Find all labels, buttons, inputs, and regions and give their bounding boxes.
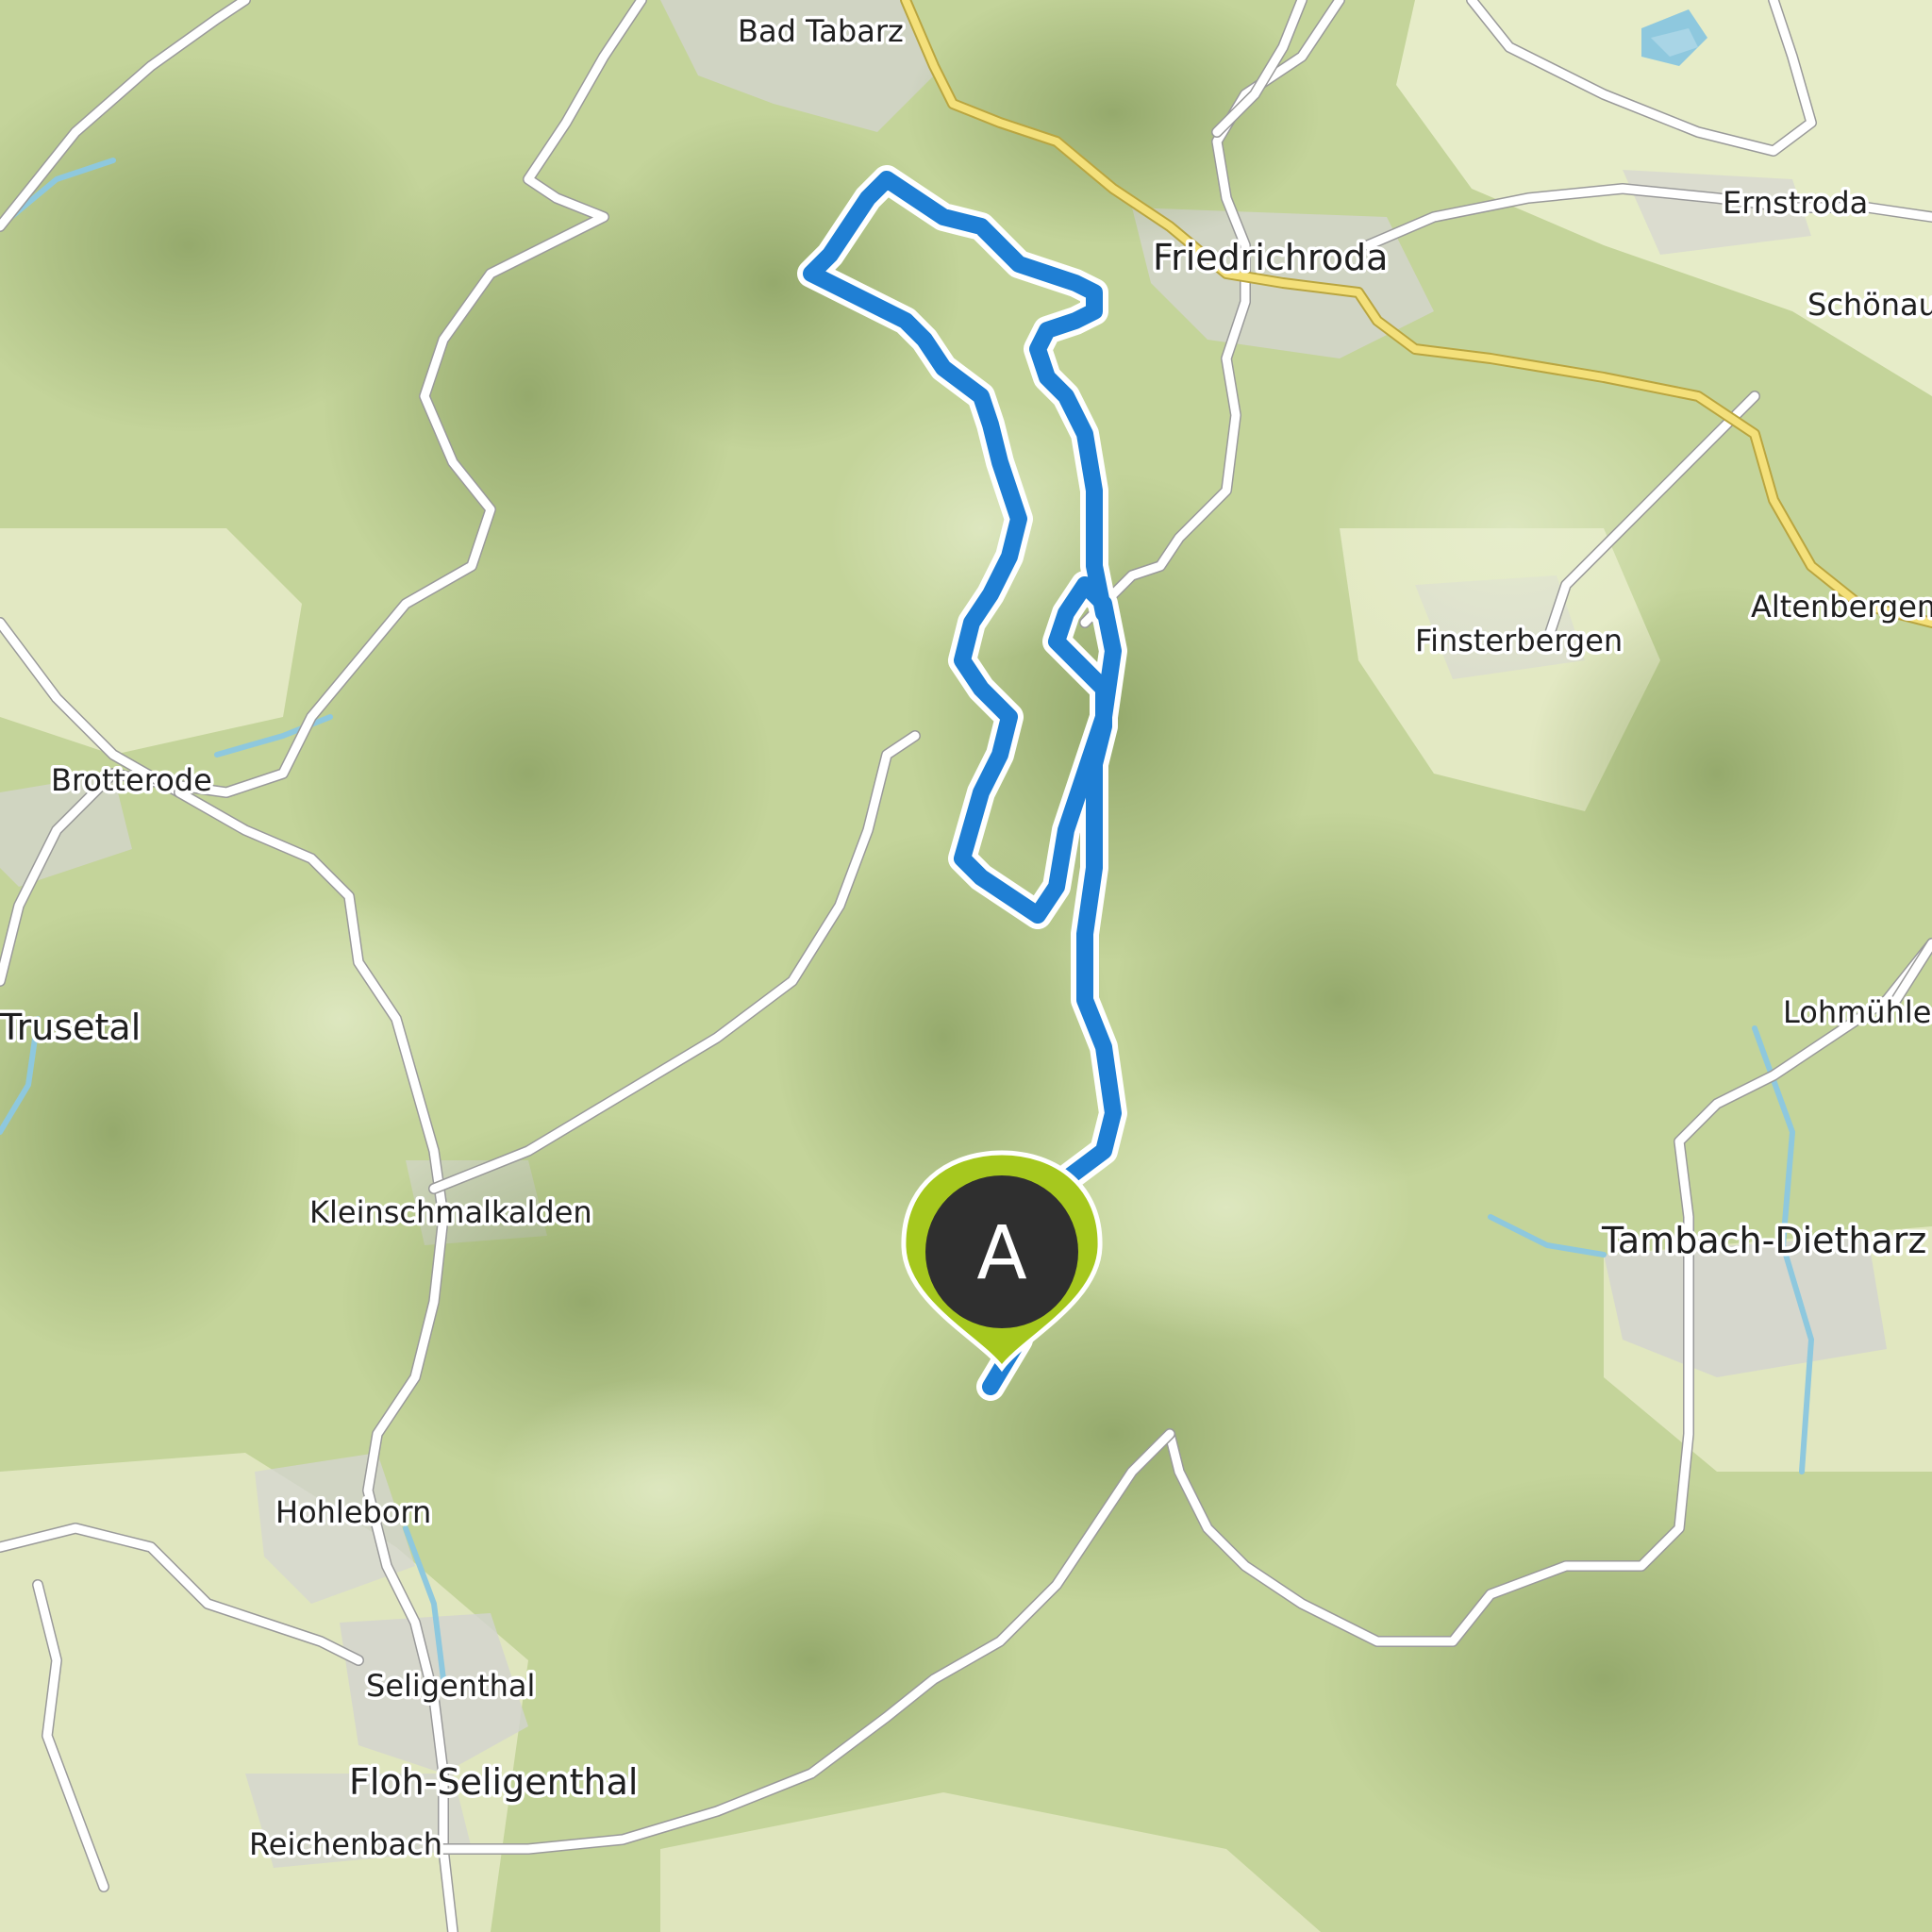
place-label-finsterbergen: Finsterbergen: [1415, 623, 1623, 658]
start-marker-label: A: [976, 1211, 1026, 1296]
place-label-hohleborn: Hohleborn: [275, 1494, 431, 1530]
place-label-reichenbach: Reichenbach: [249, 1826, 442, 1862]
place-label-ernstroda: Ernstroda: [1723, 185, 1868, 221]
place-label-floh-seligenthal: Floh-Seligenthal: [349, 1761, 639, 1803]
place-label-altenbergen: Altenbergen: [1751, 589, 1932, 625]
place-label-seligenthal: Seligenthal: [366, 1668, 535, 1704]
map-canvas[interactable]: Bad Tabarz Friedrichroda Ernstroda Schön…: [0, 0, 1932, 1932]
place-label-tambach-dietharz: Tambach-Dietharz: [1601, 1220, 1926, 1261]
place-label-friedrichroda: Friedrichroda: [1153, 237, 1388, 278]
place-label-kleinschmalkalden: Kleinschmalkalden: [309, 1194, 592, 1230]
place-label-bad-tabarz: Bad Tabarz: [738, 13, 904, 49]
place-label-schonau: Schönau: [1807, 287, 1932, 323]
place-label-brotterode: Brotterode: [51, 762, 212, 798]
place-label-lohmuhle: Lohmühle: [1783, 994, 1931, 1030]
place-label-trusetal: Trusetal: [0, 1007, 141, 1048]
